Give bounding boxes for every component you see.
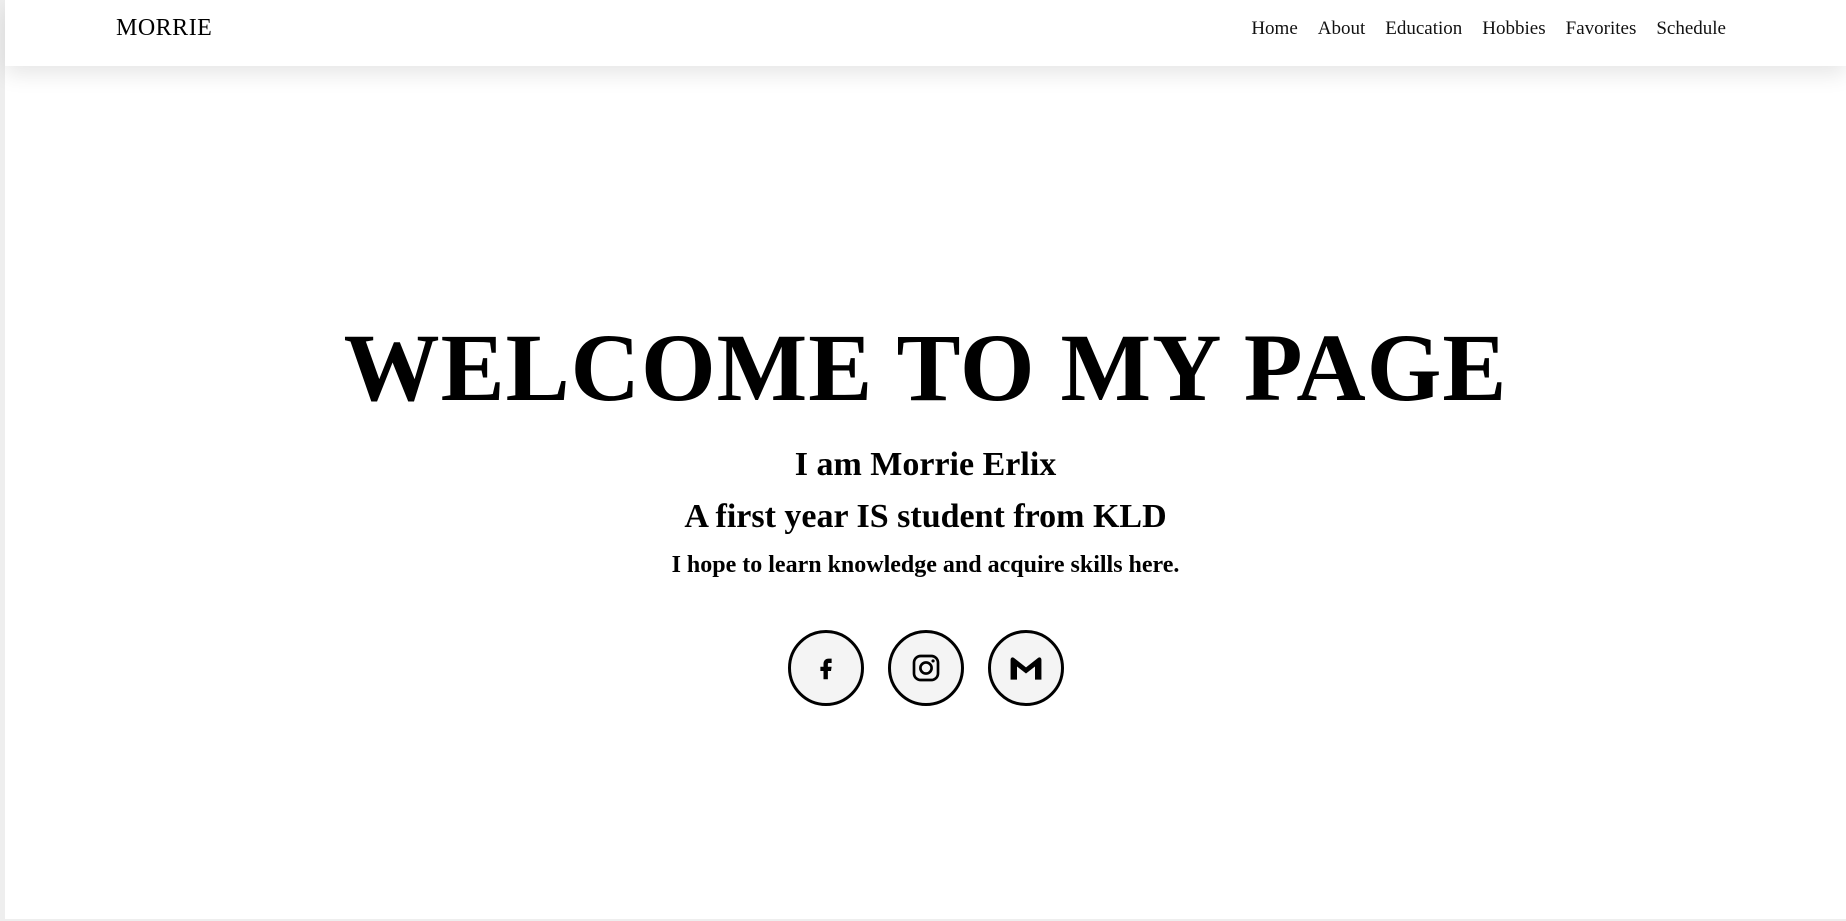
hero-name-line: I am Morrie Erlix: [794, 446, 1057, 483]
nav-link-about[interactable]: About: [1318, 18, 1366, 39]
instagram-button[interactable]: [887, 630, 964, 706]
nav-link-hobbies[interactable]: Hobbies: [1482, 18, 1545, 39]
hero-student-line: A first year IS student from KLD: [684, 498, 1167, 535]
nav-item-hobbies: Hobbies: [1482, 18, 1545, 40]
hero-title: WELCOME TO MY PAGE: [343, 314, 1508, 421]
gmail-icon: [1010, 657, 1041, 680]
page: MORRIE Home About Education Hobbies Favo…: [0, 0, 1846, 921]
nav-item-favorites: Favorites: [1566, 18, 1637, 40]
gmail-button[interactable]: [987, 630, 1064, 706]
social-links: [5, 630, 1846, 706]
nav-item-schedule: Schedule: [1656, 18, 1726, 40]
facebook-icon: [819, 658, 832, 680]
nav-links: Home About Education Hobbies Favorites S…: [1251, 18, 1726, 40]
navbar: MORRIE Home About Education Hobbies Favo…: [5, 0, 1846, 66]
nav-link-favorites[interactable]: Favorites: [1566, 18, 1637, 39]
nav-item-about: About: [1318, 18, 1366, 40]
facebook-button[interactable]: [787, 630, 864, 706]
nav-link-education[interactable]: Education: [1385, 18, 1462, 39]
hero-section: WELCOME TO MY PAGE I am Morrie Erlix A f…: [5, 0, 1846, 921]
instagram-icon: [912, 654, 939, 682]
nav-item-education: Education: [1385, 18, 1462, 40]
hero-goal-line: I hope to learn knowledge and acquire sk…: [671, 552, 1180, 578]
nav-link-home[interactable]: Home: [1251, 18, 1297, 39]
brand-logo[interactable]: MORRIE: [116, 15, 212, 42]
nav-link-schedule[interactable]: Schedule: [1656, 18, 1726, 39]
nav-item-home: Home: [1251, 18, 1297, 40]
